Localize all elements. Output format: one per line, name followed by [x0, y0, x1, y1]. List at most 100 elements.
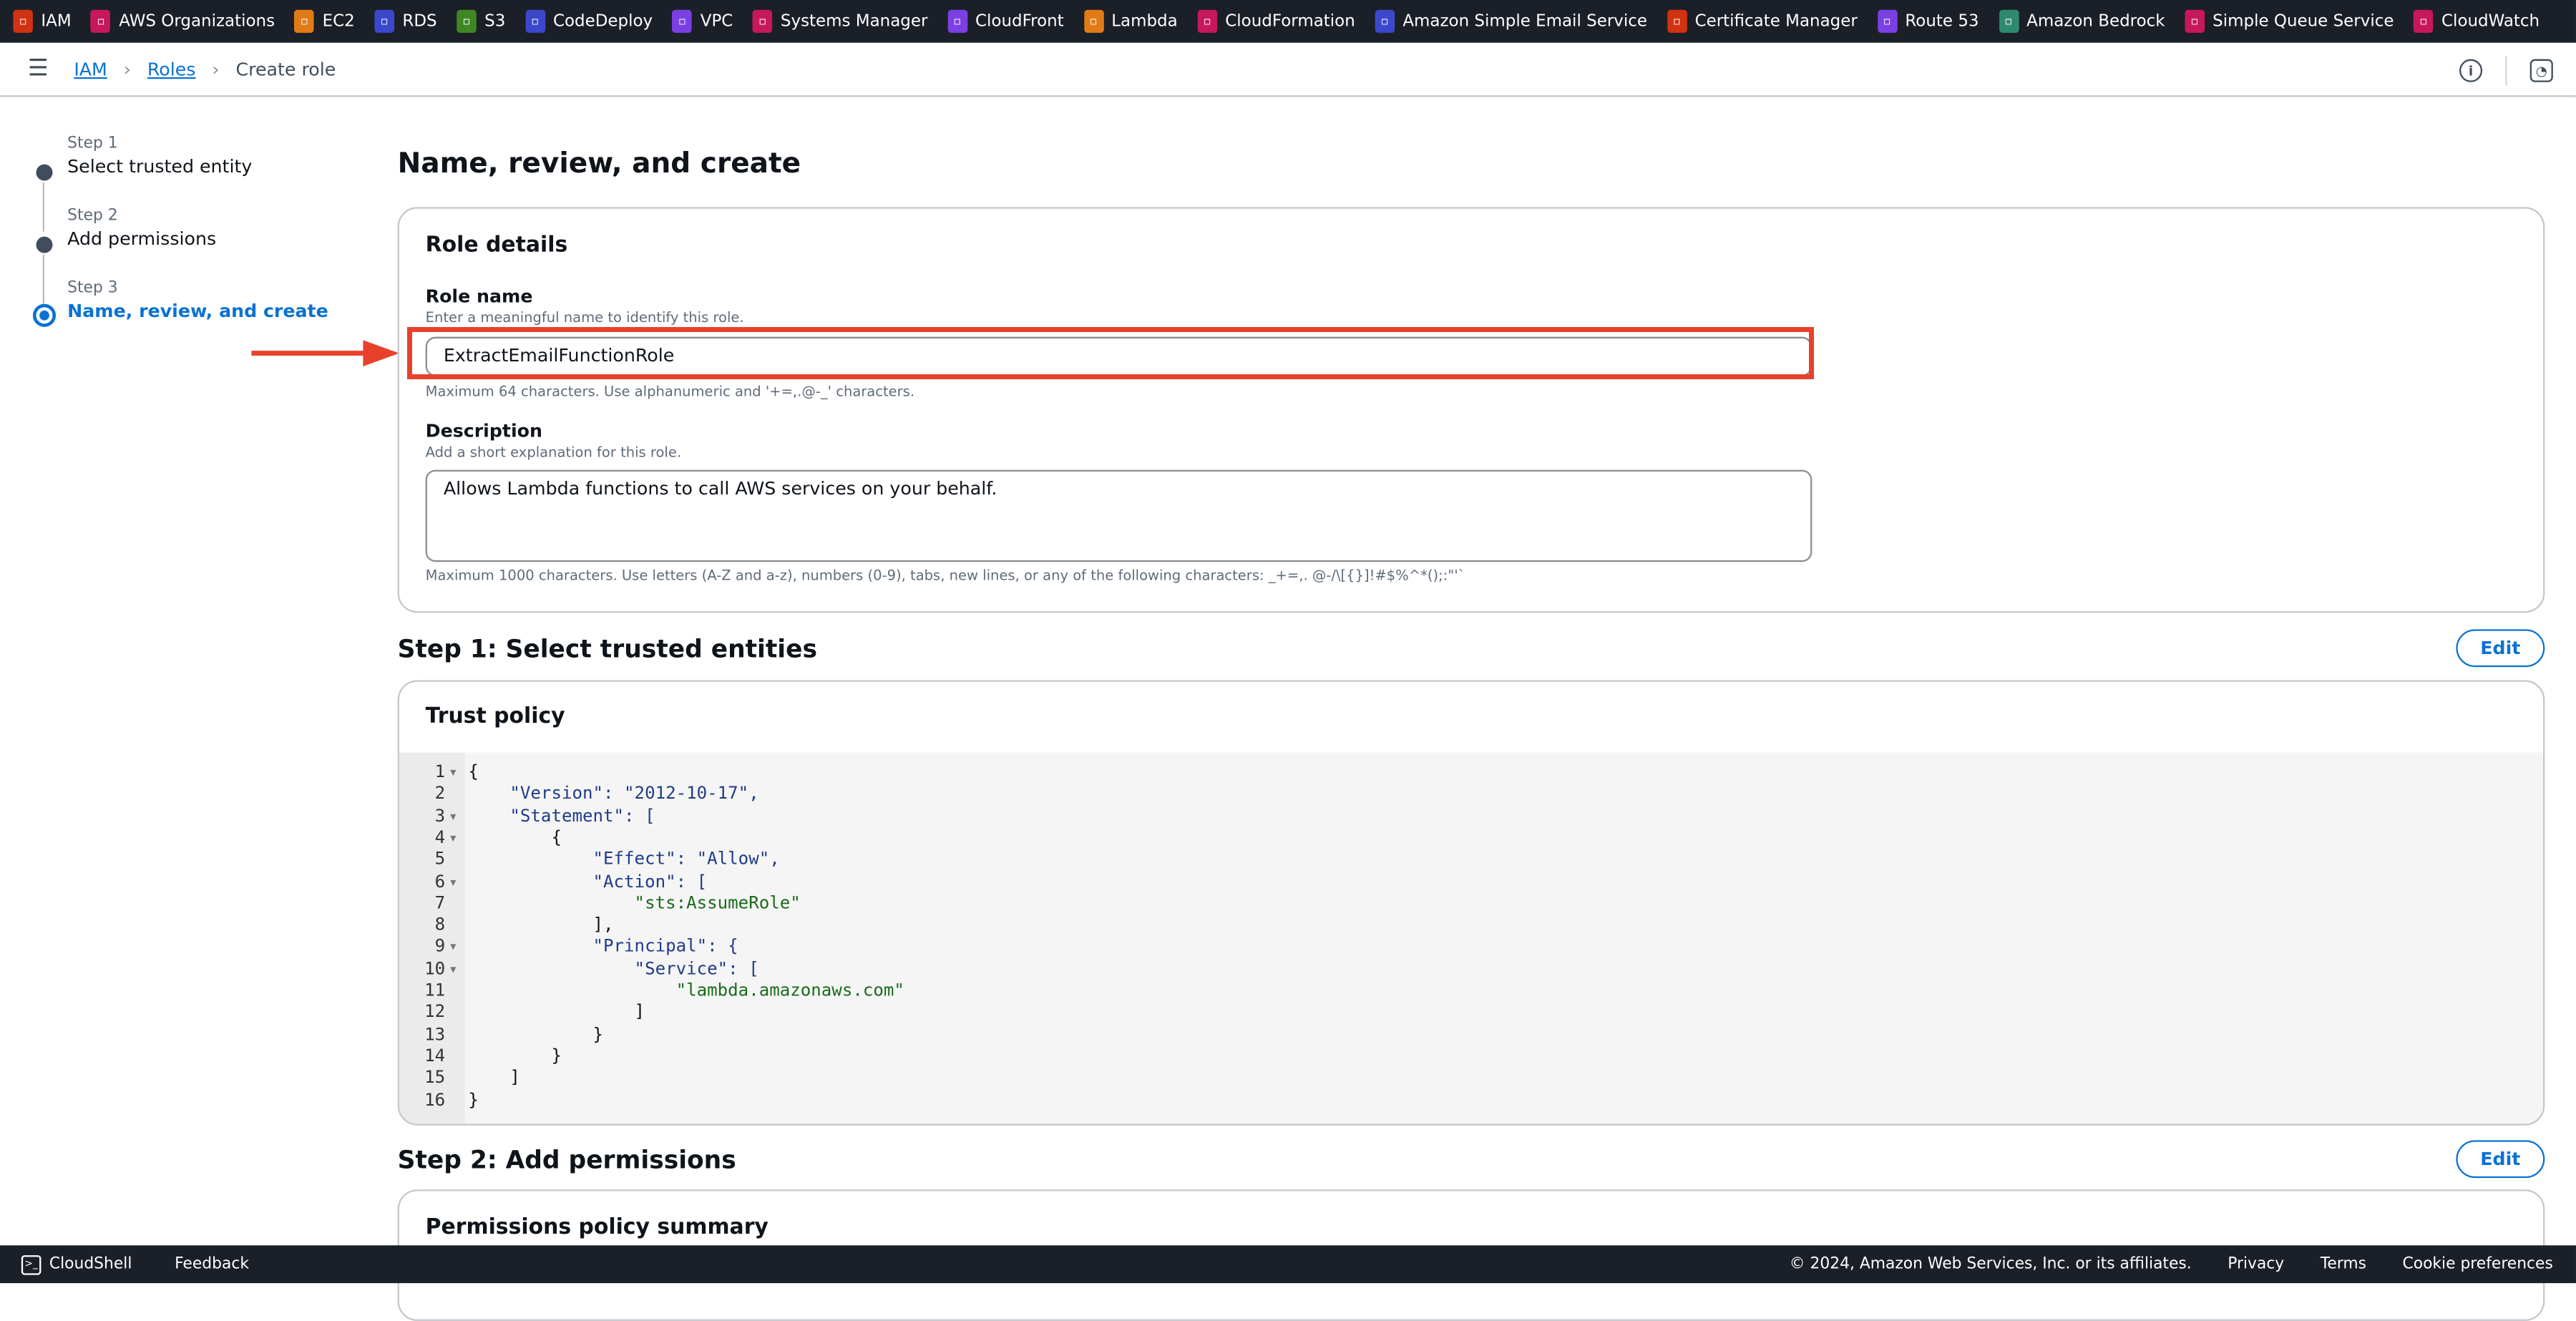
line-number: 16: [424, 1090, 446, 1110]
code-text: "Version": "2012-10-17",: [468, 784, 759, 804]
code-text: "Effect": "Allow",: [468, 849, 780, 869]
annotation-arrow-icon: [251, 340, 399, 366]
line-number: 6: [434, 871, 446, 892]
step2-heading: Step 2: Add permissions: [397, 1145, 736, 1175]
description-label: Description: [425, 420, 543, 442]
service-shortcut-amazon-simple-email-service[interactable]: ▫ Amazon Simple Email Service: [1375, 9, 1647, 33]
code-text: ]: [468, 1068, 520, 1088]
description-textarea[interactable]: Allows Lambda functions to call AWS serv…: [425, 469, 1813, 562]
lambda-icon: ▫: [1083, 9, 1103, 33]
fold-icon[interactable]: ▼: [450, 762, 456, 784]
fold-icon[interactable]: ▼: [450, 959, 456, 981]
code-line: 13 }: [399, 1025, 2543, 1047]
service-shortcut-s3[interactable]: ▫ S3: [457, 9, 505, 33]
cookie-preferences-link[interactable]: Cookie preferences: [2403, 1255, 2553, 1273]
code-text: "Action": [: [468, 871, 708, 892]
divider: [2505, 56, 2507, 86]
info-icon[interactable]: i: [2459, 59, 2483, 82]
terms-link[interactable]: Terms: [2321, 1255, 2366, 1273]
line-number: 7: [434, 893, 446, 914]
service-label: Simple Queue Service: [2212, 12, 2394, 31]
service-shortcut-amazon-bedrock[interactable]: ▫ Amazon Bedrock: [1999, 9, 2165, 33]
service-label: RDS: [402, 12, 437, 31]
breadcrumb-bar: ☰ IAM › Roles › Create role i ◔: [0, 43, 2576, 97]
step-label: Step 3: [67, 279, 118, 298]
wizard-step-2[interactable]: Step 2 Add permissions: [33, 207, 361, 304]
step-name: Add permissions: [67, 228, 217, 250]
step-label: Step 1: [67, 135, 118, 153]
card-title: Trust policy: [425, 704, 565, 730]
edit-step2-button[interactable]: Edit: [2456, 1140, 2545, 1179]
step-current-icon: [32, 303, 57, 327]
trust-policy-card: Trust policy 1 ▼{2 "Version": "2012-10-17…: [397, 680, 2545, 1126]
service-label: CloudWatch: [2441, 12, 2540, 31]
rds-icon: ▫: [374, 9, 394, 33]
line-number: 5: [434, 849, 446, 869]
cloudwatch-icon: ▫: [2414, 9, 2434, 33]
privacy-link[interactable]: Privacy: [2228, 1255, 2284, 1273]
step-dot-icon: [36, 164, 53, 181]
step-name: Name, review, and create: [67, 301, 328, 322]
service-shortcut-cloudfront[interactable]: ▫ CloudFront: [947, 9, 1064, 33]
fold-icon[interactable]: ▼: [450, 806, 456, 828]
trust-policy-code-editor[interactable]: 1 ▼{2 "Version": "2012-10-17", 3 ▼ "Stateme…: [399, 752, 2544, 1124]
step1-heading: Step 1: Select trusted entities: [397, 634, 817, 664]
code-line: 15 ]: [399, 1068, 2543, 1091]
route53-icon: ▫: [1877, 9, 1897, 33]
role-name-input[interactable]: ExtractEmailFunctionRole: [425, 336, 1813, 376]
service-shortcut-vpc[interactable]: ▫ VPC: [672, 9, 733, 33]
service-shortcut-certificate-manager[interactable]: ▫ Certificate Manager: [1667, 9, 1858, 33]
cloudshell-icon[interactable]: >_: [21, 1254, 42, 1274]
code-line: 4 ▼ {: [399, 828, 2543, 850]
role-details-card: Role details Role name Enter a meaningfu…: [397, 207, 2545, 613]
service-shortcut-simple-queue-service[interactable]: ▫ Simple Queue Service: [2185, 9, 2394, 33]
service-shortcut-aws-organizations[interactable]: ▫ AWS Organizations: [91, 9, 275, 33]
service-label: Route 53: [1905, 12, 1979, 31]
code-text: "Statement": [: [468, 806, 655, 826]
edit-step1-button[interactable]: Edit: [2456, 629, 2545, 668]
line-number: 3: [434, 806, 446, 826]
service-shortcut-codedeploy[interactable]: ▫ CodeDeploy: [525, 9, 653, 33]
service-label: CloudFormation: [1225, 12, 1355, 31]
service-shortcut-ec2[interactable]: ▫ EC2: [294, 9, 355, 33]
code-line: 16}: [399, 1090, 2543, 1112]
cloudformation-icon: ▫: [1197, 9, 1217, 33]
service-label: CloudFront: [975, 12, 1064, 31]
code-line: 8 ],: [399, 915, 2543, 937]
service-shortcut-route-53[interactable]: ▫ Route 53: [1877, 9, 1979, 33]
service-shortcut-systems-manager[interactable]: ▫ Systems Manager: [752, 9, 927, 33]
service-label: Lambda: [1111, 12, 1178, 31]
settings-icon[interactable]: ◔: [2529, 59, 2553, 82]
line-number: 15: [424, 1068, 446, 1088]
service-shortcut-lambda[interactable]: ▫ Lambda: [1083, 9, 1178, 33]
card-title: Permissions policy summary: [425, 1215, 769, 1241]
bedrock-icon: ▫: [1999, 9, 2019, 33]
menu-icon[interactable]: ☰: [28, 56, 49, 82]
code-line: 7 "sts:AssumeRole": [399, 894, 2543, 916]
code-line: 2 "Version": "2012-10-17",: [399, 784, 2543, 806]
wizard-steps: Step 1 Select trusted entity Step 2 Add …: [32, 135, 361, 351]
feedback-link[interactable]: Feedback: [175, 1255, 249, 1273]
service-shortcut-iam[interactable]: ▫ IAM: [13, 9, 72, 33]
line-number: 1: [434, 762, 446, 782]
breadcrumb-iam[interactable]: IAM: [74, 59, 107, 80]
page-title: Name, review, and create: [397, 147, 801, 181]
line-number: 4: [434, 827, 446, 848]
service-label: Certificate Manager: [1694, 12, 1858, 31]
breadcrumb-roles[interactable]: Roles: [147, 59, 196, 80]
cloudshell-button[interactable]: CloudShell: [49, 1255, 132, 1273]
service-label: CodeDeploy: [552, 12, 653, 31]
wizard-step-1[interactable]: Step 1 Select trusted entity: [33, 135, 361, 232]
fold-icon[interactable]: ▼: [450, 872, 456, 894]
codedeploy-icon: ▫: [525, 9, 545, 33]
service-shortcut-cloudwatch[interactable]: ▫ CloudWatch: [2414, 9, 2540, 33]
code-line: 9 ▼ "Principal": {: [399, 937, 2543, 960]
step-dot-icon: [36, 236, 53, 253]
footer: >_ CloudShell Feedback © 2024, Amazon We…: [0, 1245, 2576, 1284]
service-shortcut-cloudformation[interactable]: ▫ CloudFormation: [1197, 9, 1355, 33]
fold-icon[interactable]: ▼: [450, 828, 456, 850]
code-text: {: [468, 762, 479, 782]
service-shortcut-rds[interactable]: ▫ RDS: [374, 9, 437, 33]
line-number: 8: [434, 915, 446, 935]
fold-icon[interactable]: ▼: [450, 937, 456, 960]
